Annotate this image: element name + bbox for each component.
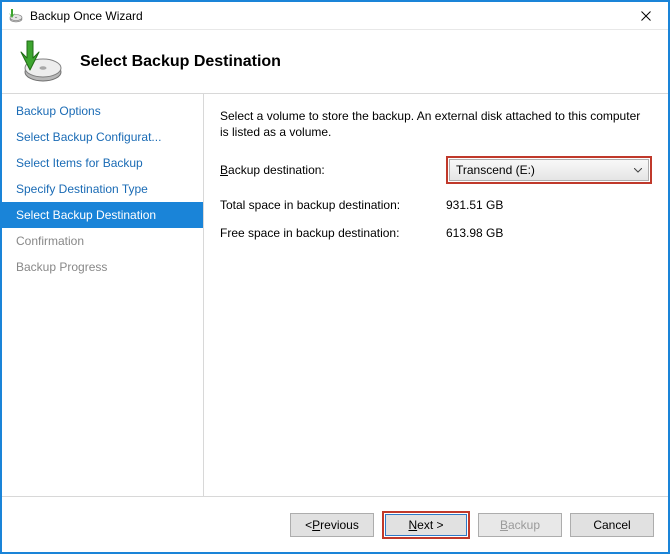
backup-destination-dropdown[interactable]: Transcend (E:) — [449, 159, 649, 181]
chevron-down-icon — [634, 165, 642, 176]
app-icon — [8, 8, 24, 24]
backup-disc-icon — [16, 38, 64, 86]
close-icon — [641, 11, 651, 21]
step-backup-options[interactable]: Backup Options — [2, 98, 203, 124]
step-select-items[interactable]: Select Items for Backup — [2, 150, 203, 176]
backup-destination-value: Transcend (E:) — [456, 163, 634, 177]
total-space-label: Total space in backup destination: — [220, 198, 446, 212]
wizard-footer: < Previous Next > Backup Cancel — [2, 496, 668, 552]
window-title: Backup Once Wizard — [30, 9, 624, 23]
previous-button[interactable]: < Previous — [290, 513, 374, 537]
step-specify-destination-type[interactable]: Specify Destination Type — [2, 176, 203, 202]
titlebar: Backup Once Wizard — [2, 2, 668, 30]
wizard-content: Select a volume to store the backup. An … — [204, 94, 668, 496]
next-button-highlight: Next > — [382, 511, 470, 539]
backup-destination-highlight: Transcend (E:) — [446, 156, 652, 184]
cancel-button[interactable]: Cancel — [570, 513, 654, 537]
step-select-backup-config[interactable]: Select Backup Configurat... — [2, 124, 203, 150]
wizard-steps-sidebar: Backup Options Select Backup Configurat.… — [2, 94, 204, 496]
step-backup-progress: Backup Progress — [2, 254, 203, 280]
wizard-window: Backup Once Wizard Select Backup Destina… — [2, 2, 668, 552]
wizard-header: Select Backup Destination — [2, 30, 668, 94]
next-button[interactable]: Next > — [385, 514, 467, 536]
step-confirmation: Confirmation — [2, 228, 203, 254]
close-button[interactable] — [624, 2, 668, 30]
backup-destination-label: Backup destination: — [220, 163, 446, 177]
page-title: Select Backup Destination — [80, 53, 281, 71]
free-space-label: Free space in backup destination: — [220, 226, 446, 240]
total-space-value: 931.51 GB — [446, 198, 652, 212]
intro-text: Select a volume to store the backup. An … — [220, 108, 652, 140]
backup-button: Backup — [478, 513, 562, 537]
step-select-backup-destination[interactable]: Select Backup Destination — [2, 202, 203, 228]
free-space-value: 613.98 GB — [446, 226, 652, 240]
